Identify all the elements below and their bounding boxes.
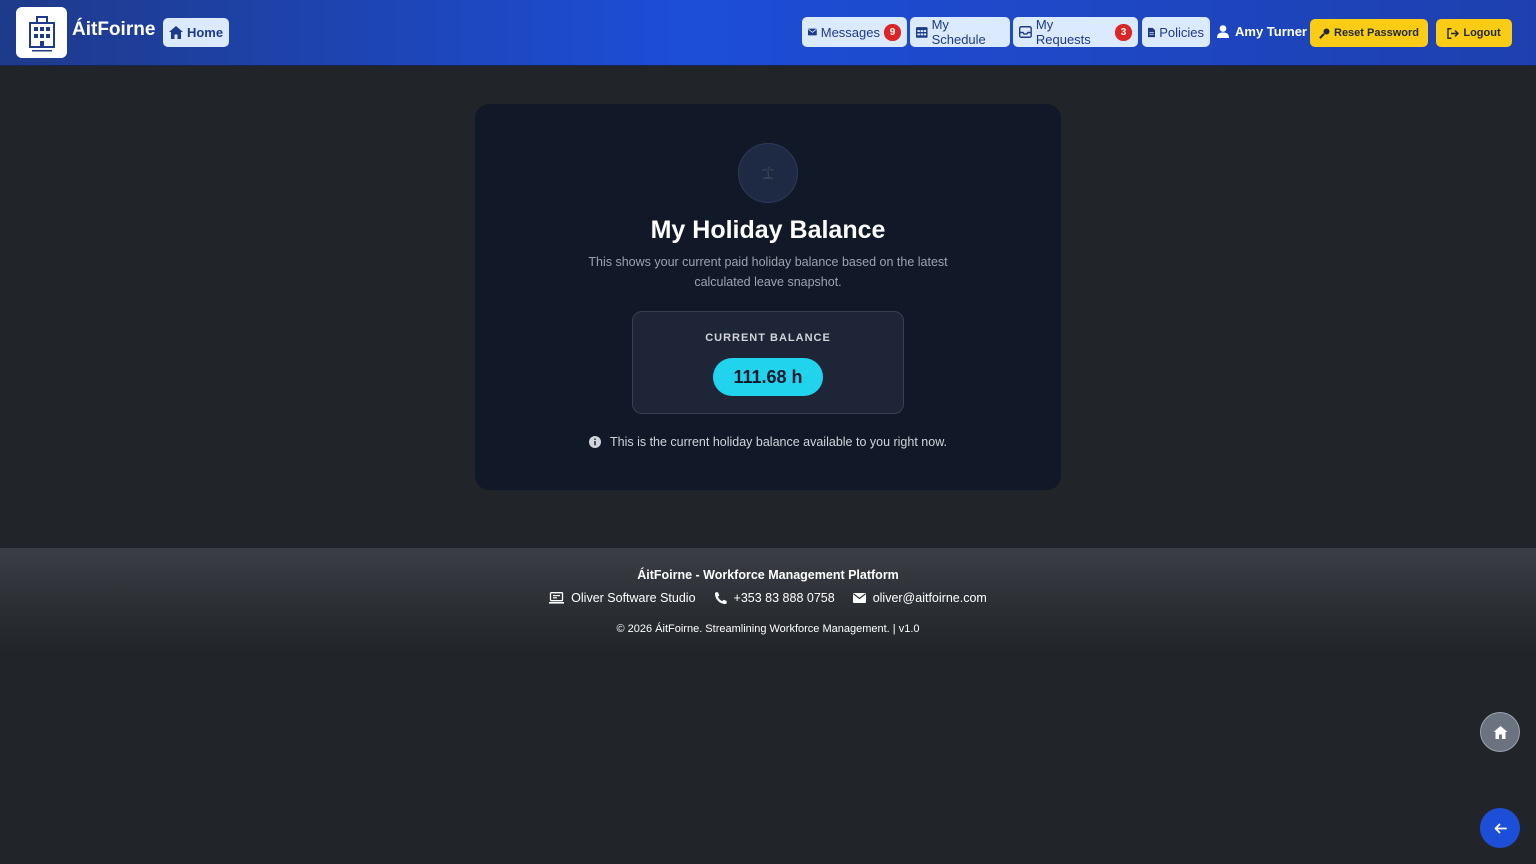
- brand-name[interactable]: ÁitFoirne: [72, 19, 155, 41]
- home-button-label: Home: [186, 25, 224, 40]
- footer-company-name: Oliver Software Studio: [571, 591, 696, 605]
- policies-button[interactable]: Policies: [1142, 17, 1210, 47]
- home-icon: [1493, 725, 1507, 739]
- page-title: My Holiday Balance: [650, 216, 886, 244]
- my-requests-button[interactable]: My Requests 3: [1013, 17, 1138, 47]
- footer-email[interactable]: oliver@aitfoirne.com: [852, 591, 987, 605]
- footer-contacts: Oliver Software Studio +353 83 888 0758 …: [0, 591, 1536, 605]
- user-name: Amy Turner: [1235, 24, 1307, 39]
- laptop-icon: [549, 592, 565, 604]
- policies-label: Policies: [1159, 24, 1204, 40]
- footer-phone-number: +353 83 888 0758: [733, 591, 835, 605]
- reset-password-button[interactable]: Reset Password: [1310, 19, 1428, 47]
- back-button[interactable]: [1480, 808, 1520, 848]
- current-balance-value: 111.68 h: [713, 358, 823, 396]
- balance-info-note: This is the current holiday balance avai…: [475, 435, 1061, 449]
- footer-title: ÁitFoirne - Workforce Management Platfor…: [637, 568, 899, 582]
- key-icon: [1319, 28, 1330, 39]
- phone-icon: [714, 591, 727, 604]
- envelope-icon: [852, 593, 866, 603]
- footer-copyright: © 2026 ÁitFoirne. Streamlining Workforce…: [616, 623, 920, 635]
- footer-phone[interactable]: +353 83 888 0758: [714, 591, 835, 605]
- holiday-balance-card: My Holiday Balance This shows your curre…: [475, 104, 1061, 490]
- user-icon: [1217, 25, 1229, 38]
- balance-info-text: This is the current holiday balance avai…: [610, 435, 947, 449]
- envelope-icon: [808, 28, 817, 36]
- top-navbar: ÁitFoirne Home Messages 9 My Schedule My…: [0, 0, 1536, 66]
- footer-email-address: oliver@aitfoirne.com: [872, 591, 987, 605]
- messages-count-badge: 9: [884, 23, 901, 41]
- brand-logo[interactable]: [16, 7, 67, 58]
- floating-home-button[interactable]: [1480, 712, 1520, 752]
- logout-button[interactable]: Logout: [1436, 19, 1512, 47]
- footer-company: Oliver Software Studio: [549, 591, 696, 605]
- arrow-left-icon: [1494, 823, 1507, 833]
- user-menu[interactable]: Amy Turner: [1217, 24, 1307, 39]
- calendar-icon: [916, 27, 928, 38]
- island-palm-icon: [738, 143, 798, 203]
- my-schedule-label: My Schedule: [931, 17, 986, 47]
- messages-label: Messages: [820, 24, 880, 40]
- current-balance-panel: CURRENT BALANCE 111.68 h: [632, 311, 904, 414]
- messages-button[interactable]: Messages 9: [802, 17, 907, 47]
- info-circle-icon: [589, 436, 601, 448]
- home-button[interactable]: Home: [163, 18, 229, 47]
- my-requests-label: My Requests: [1035, 17, 1091, 47]
- building-logo-icon: [28, 15, 55, 51]
- home-icon: [168, 26, 183, 39]
- my-schedule-button[interactable]: My Schedule: [910, 17, 1010, 47]
- reset-password-label: Reset Password: [1334, 27, 1419, 39]
- logout-label: Logout: [1463, 27, 1501, 39]
- requests-count-badge: 3: [1115, 23, 1132, 41]
- logout-icon: [1447, 27, 1460, 39]
- inbox-icon: [1019, 26, 1032, 38]
- page-subtitle: This shows your current paid holiday bal…: [588, 255, 948, 289]
- current-balance-label: CURRENT BALANCE: [705, 332, 831, 344]
- document-icon: [1148, 27, 1156, 37]
- page-footer: ÁitFoirne - Workforce Management Platfor…: [0, 548, 1536, 654]
